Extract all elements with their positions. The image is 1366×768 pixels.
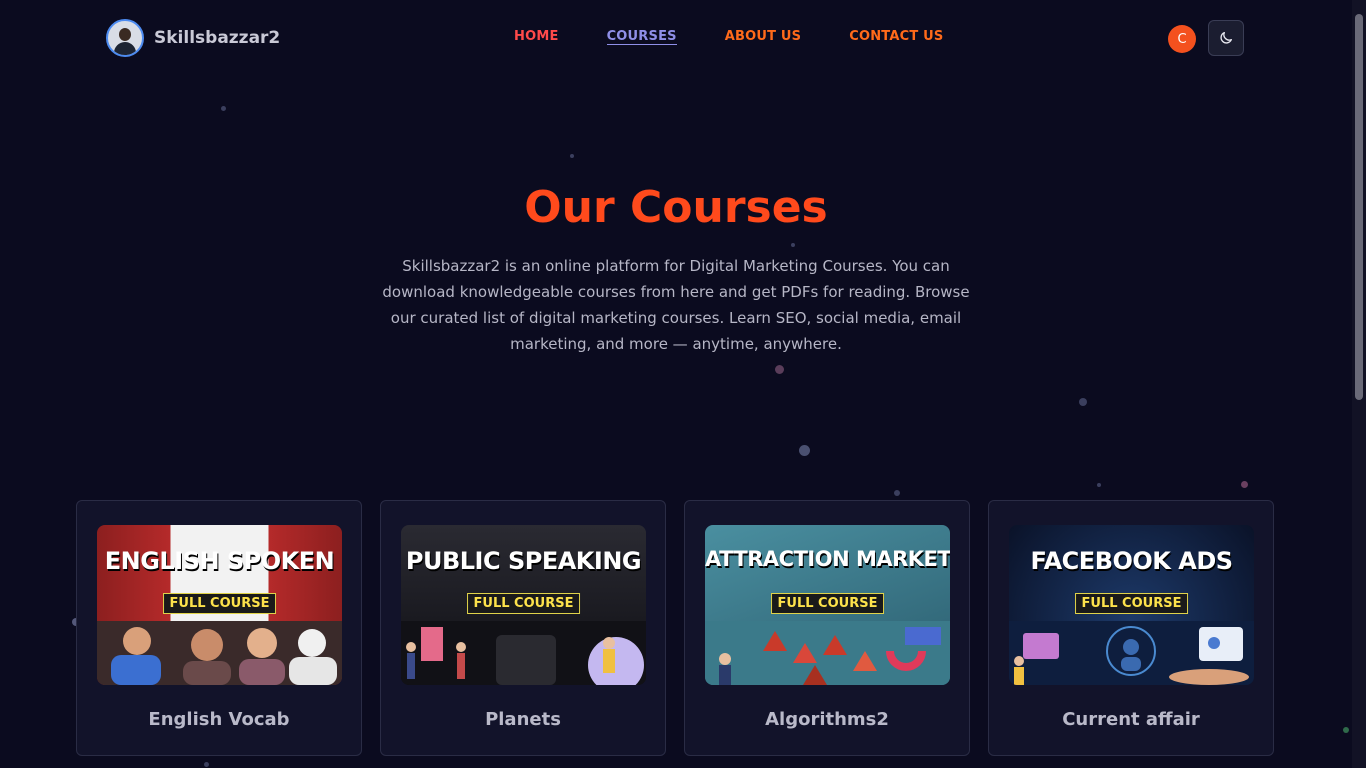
main-nav: HOME COURSES ABOUT US CONTACT US [514, 29, 991, 45]
course-title[interactable]: Current affair [989, 709, 1273, 730]
speaker-illustration-icon [401, 621, 646, 685]
course-card[interactable]: FACEBOOK ADS FULL COURSE Current affair [988, 500, 1274, 756]
course-thumbnail[interactable]: PUBLIC SPEAKING FULL COURSE [401, 525, 646, 685]
course-card[interactable]: ATTRACTION MARKETING FULL COURSE Algorit… [684, 500, 970, 756]
thumbnail-badge: FULL COURSE [770, 593, 885, 614]
nav-about-us[interactable]: ABOUT US [725, 29, 802, 45]
page-description: Skillsbazzar2 is an online platform for … [382, 257, 970, 353]
course-thumbnail[interactable]: ENGLISH SPOKEN FULL COURSE [97, 525, 342, 685]
social-network-illustration-icon [1009, 621, 1254, 685]
magnet-illustration-icon [705, 621, 950, 685]
thumbnail-headline: ENGLISH SPOKEN [104, 547, 335, 575]
user-avatar-button[interactable]: C [1168, 25, 1196, 53]
course-title[interactable]: English Vocab [77, 709, 361, 730]
thumbnail-headline: FACEBOOK ADS [1030, 547, 1233, 575]
thumbnail-badge: FULL COURSE [162, 593, 277, 614]
nav-courses[interactable]: COURSES [606, 29, 677, 45]
user-photo-icon [106, 19, 144, 57]
thumbnail-badge: FULL COURSE [466, 593, 581, 614]
course-card[interactable]: PUBLIC SPEAKING FULL COURSE Planets [380, 500, 666, 756]
theme-toggle-button[interactable] [1208, 20, 1244, 56]
course-thumbnail[interactable]: ATTRACTION MARKETING FULL COURSE [705, 525, 950, 685]
thumbnail-headline: PUBLIC SPEAKING [405, 547, 642, 575]
course-card[interactable]: ENGLISH SPOKEN FULL COURSE English Vocab [76, 500, 362, 756]
nav-home[interactable]: HOME [514, 29, 559, 45]
course-list: ENGLISH SPOKEN FULL COURSE English Vocab… [76, 500, 1292, 756]
page-title: Our Courses [524, 182, 828, 233]
moon-icon [1220, 31, 1232, 44]
nav-contact-us[interactable]: CONTACT US [849, 29, 943, 45]
people-illustration-icon [97, 621, 342, 685]
course-thumbnail[interactable]: FACEBOOK ADS FULL COURSE [1009, 525, 1254, 685]
course-title[interactable]: Algorithms2 [685, 709, 969, 730]
site-header: Skillsbazzar2 HOME COURSES ABOUT US CONT… [0, 0, 1352, 76]
brand-name: Skillsbazzar2 [154, 28, 281, 48]
thumbnail-badge: FULL COURSE [1074, 593, 1189, 614]
course-title[interactable]: Planets [381, 709, 665, 730]
brand[interactable]: Skillsbazzar2 [106, 19, 280, 57]
thumbnail-headline: ATTRACTION MARKETING [705, 547, 950, 571]
page-scrollbar[interactable] [1352, 0, 1366, 768]
scrollbar-thumb[interactable] [1355, 14, 1363, 400]
